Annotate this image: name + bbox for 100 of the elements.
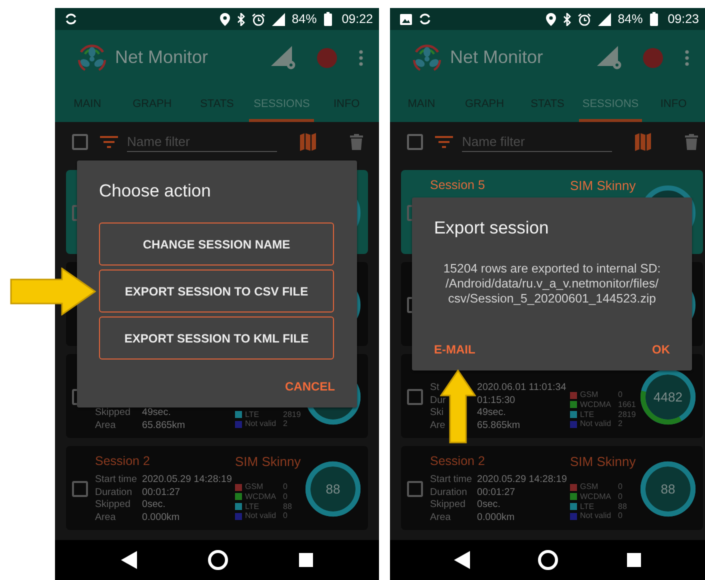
session-checkbox[interactable] xyxy=(407,480,423,496)
legend-label: Not valid xyxy=(245,419,278,429)
dialog-message: 15204 rows are exported to internal SD: /Android/data/ru.v_a_v.netmonitor/files/ csv/Session_5_20200601_144523.zip xyxy=(442,262,662,306)
dialog-option-button[interactable]: EXPORT SESSION TO KML FILE xyxy=(99,316,334,360)
battery-icon xyxy=(650,12,658,26)
legend-label: LTE xyxy=(580,502,594,512)
map-icon[interactable] xyxy=(300,133,316,151)
name-filter-field[interactable]: Name filter xyxy=(462,132,612,152)
stat-label: Area xyxy=(95,512,117,524)
session-checkbox[interactable] xyxy=(407,388,423,404)
legend-label: LTE xyxy=(245,410,260,420)
app-logo-icon xyxy=(77,42,107,72)
legend-value: 2819 xyxy=(283,410,301,420)
signal-icon xyxy=(272,12,285,26)
sim-name: SIM Skinny xyxy=(235,454,301,468)
recent-apps-icon[interactable] xyxy=(299,553,314,567)
signal-settings-icon[interactable] xyxy=(271,46,297,70)
bluetooth-icon xyxy=(562,12,571,26)
name-filter-field[interactable]: Name filter xyxy=(127,132,277,152)
trash-icon[interactable] xyxy=(685,134,698,150)
alarm-clock-icon xyxy=(252,12,265,26)
session-checkbox[interactable] xyxy=(72,480,88,496)
stat-label: Are xyxy=(430,420,446,432)
location-icon xyxy=(220,12,230,26)
legend-label: GSM xyxy=(580,482,600,492)
stat-value: 0sec. xyxy=(477,499,502,512)
stat-label: Start time xyxy=(95,474,138,486)
session-name: Session 5 xyxy=(430,178,486,192)
stat-label: Start time xyxy=(430,474,473,486)
back-icon[interactable] xyxy=(454,551,470,569)
menu-icon[interactable] xyxy=(685,50,689,66)
sync-icon xyxy=(419,13,431,25)
dialog-action-button[interactable]: CANCEL xyxy=(285,376,335,398)
stat-value: 49sec. xyxy=(142,407,172,420)
signal-icon xyxy=(598,12,611,26)
alarm-clock-icon xyxy=(578,12,591,26)
legend-label: GSM xyxy=(245,482,264,492)
legend-value: 88 xyxy=(618,502,627,512)
menu-icon[interactable] xyxy=(359,50,363,66)
stat-value: 0.000km xyxy=(142,512,181,524)
legend-label: WCDMA xyxy=(245,492,278,502)
legend-label: LTE xyxy=(245,502,260,512)
filter-icon[interactable] xyxy=(100,136,118,148)
legend-value: 2819 xyxy=(618,410,636,420)
filter-icon[interactable] xyxy=(435,136,453,148)
session-card[interactable]: Session 2 SIM Skinny Start time 2020.05.29 14:28:19 Duration 00:01:27 Skipped 0sec. Area 0.000km GSM 0 WCDMA 0 LTE 88 Not valid 0 88 xyxy=(401,446,703,530)
battery-percent: 84% xyxy=(292,12,317,26)
map-icon[interactable] xyxy=(635,133,651,151)
legend-value: 0 xyxy=(283,511,288,521)
stat-label: Area xyxy=(430,512,452,524)
legend-value: 0 xyxy=(618,390,624,400)
stat-label: Area xyxy=(95,420,117,432)
trash-icon[interactable] xyxy=(350,134,363,150)
battery-percent: 84% xyxy=(618,12,643,26)
app-logo-icon xyxy=(412,42,442,72)
stat-label: Ski xyxy=(430,407,445,420)
bluetooth-icon xyxy=(236,12,245,26)
dialog-title: Choose action xyxy=(99,180,212,200)
legend-label: WCDMA xyxy=(580,400,612,410)
stat-value: 2020.06.01 11:01:34 xyxy=(477,382,568,394)
stat-label: Duration xyxy=(430,486,468,499)
stat-value: 49sec. xyxy=(477,407,507,420)
stat-value: 01:15:30 xyxy=(477,394,516,407)
stat-label: Dur xyxy=(430,394,447,407)
stat-label: St xyxy=(430,382,440,394)
sync-icon xyxy=(65,13,77,25)
recent-apps-icon[interactable] xyxy=(626,553,641,567)
legend-value: 0 xyxy=(283,492,288,502)
record-count: 88 xyxy=(326,481,340,496)
legend-label: GSM xyxy=(580,390,600,400)
stat-value: 0.000km xyxy=(477,512,516,524)
signal-settings-icon[interactable] xyxy=(597,46,623,70)
session-name: Session 2 xyxy=(430,454,486,468)
legend-value: 2 xyxy=(283,419,288,429)
stat-label: Skipped xyxy=(430,499,466,512)
stat-value: 2020.05.29 14:28:19 xyxy=(142,474,233,486)
legend-label: WCDMA xyxy=(580,492,612,502)
sim-name: SIM Skinny xyxy=(570,454,636,468)
legend-value: 1661 xyxy=(618,400,636,410)
session-card[interactable]: Session 2 SIM Skinny Start time 2020.05.29 14:28:19 Duration 00:01:27 Skipped 0sec. Area 0.000km GSM 0 WCDMA 0 LTE 88 Not valid 0 88 xyxy=(66,446,368,530)
dialog-option-button[interactable]: EXPORT SESSION TO CSV FILE xyxy=(99,270,334,312)
home-icon[interactable] xyxy=(538,550,558,570)
legend-value: 0 xyxy=(618,482,624,492)
legend-value: 0 xyxy=(618,492,624,502)
location-icon xyxy=(546,12,556,26)
dialog-option-button[interactable]: CHANGE SESSION NAME xyxy=(99,222,334,266)
home-icon[interactable] xyxy=(208,550,228,570)
stat-value: 2020.05.29 14:28:19 xyxy=(477,474,568,486)
stat-value: 65.865km xyxy=(142,420,186,432)
legend-value: 88 xyxy=(283,502,292,512)
legend-label: Not valid xyxy=(580,419,612,429)
select-all-checkbox[interactable] xyxy=(72,134,88,150)
select-all-checkbox[interactable] xyxy=(407,134,423,150)
stat-value: 0sec. xyxy=(142,499,166,512)
image-icon xyxy=(400,14,412,24)
stat-label: Skipped xyxy=(95,499,132,512)
legend-value: 0 xyxy=(283,482,288,492)
back-icon[interactable] xyxy=(120,551,137,569)
legend-label: Not valid xyxy=(580,511,612,521)
stat-value: 65.865km xyxy=(477,420,522,432)
